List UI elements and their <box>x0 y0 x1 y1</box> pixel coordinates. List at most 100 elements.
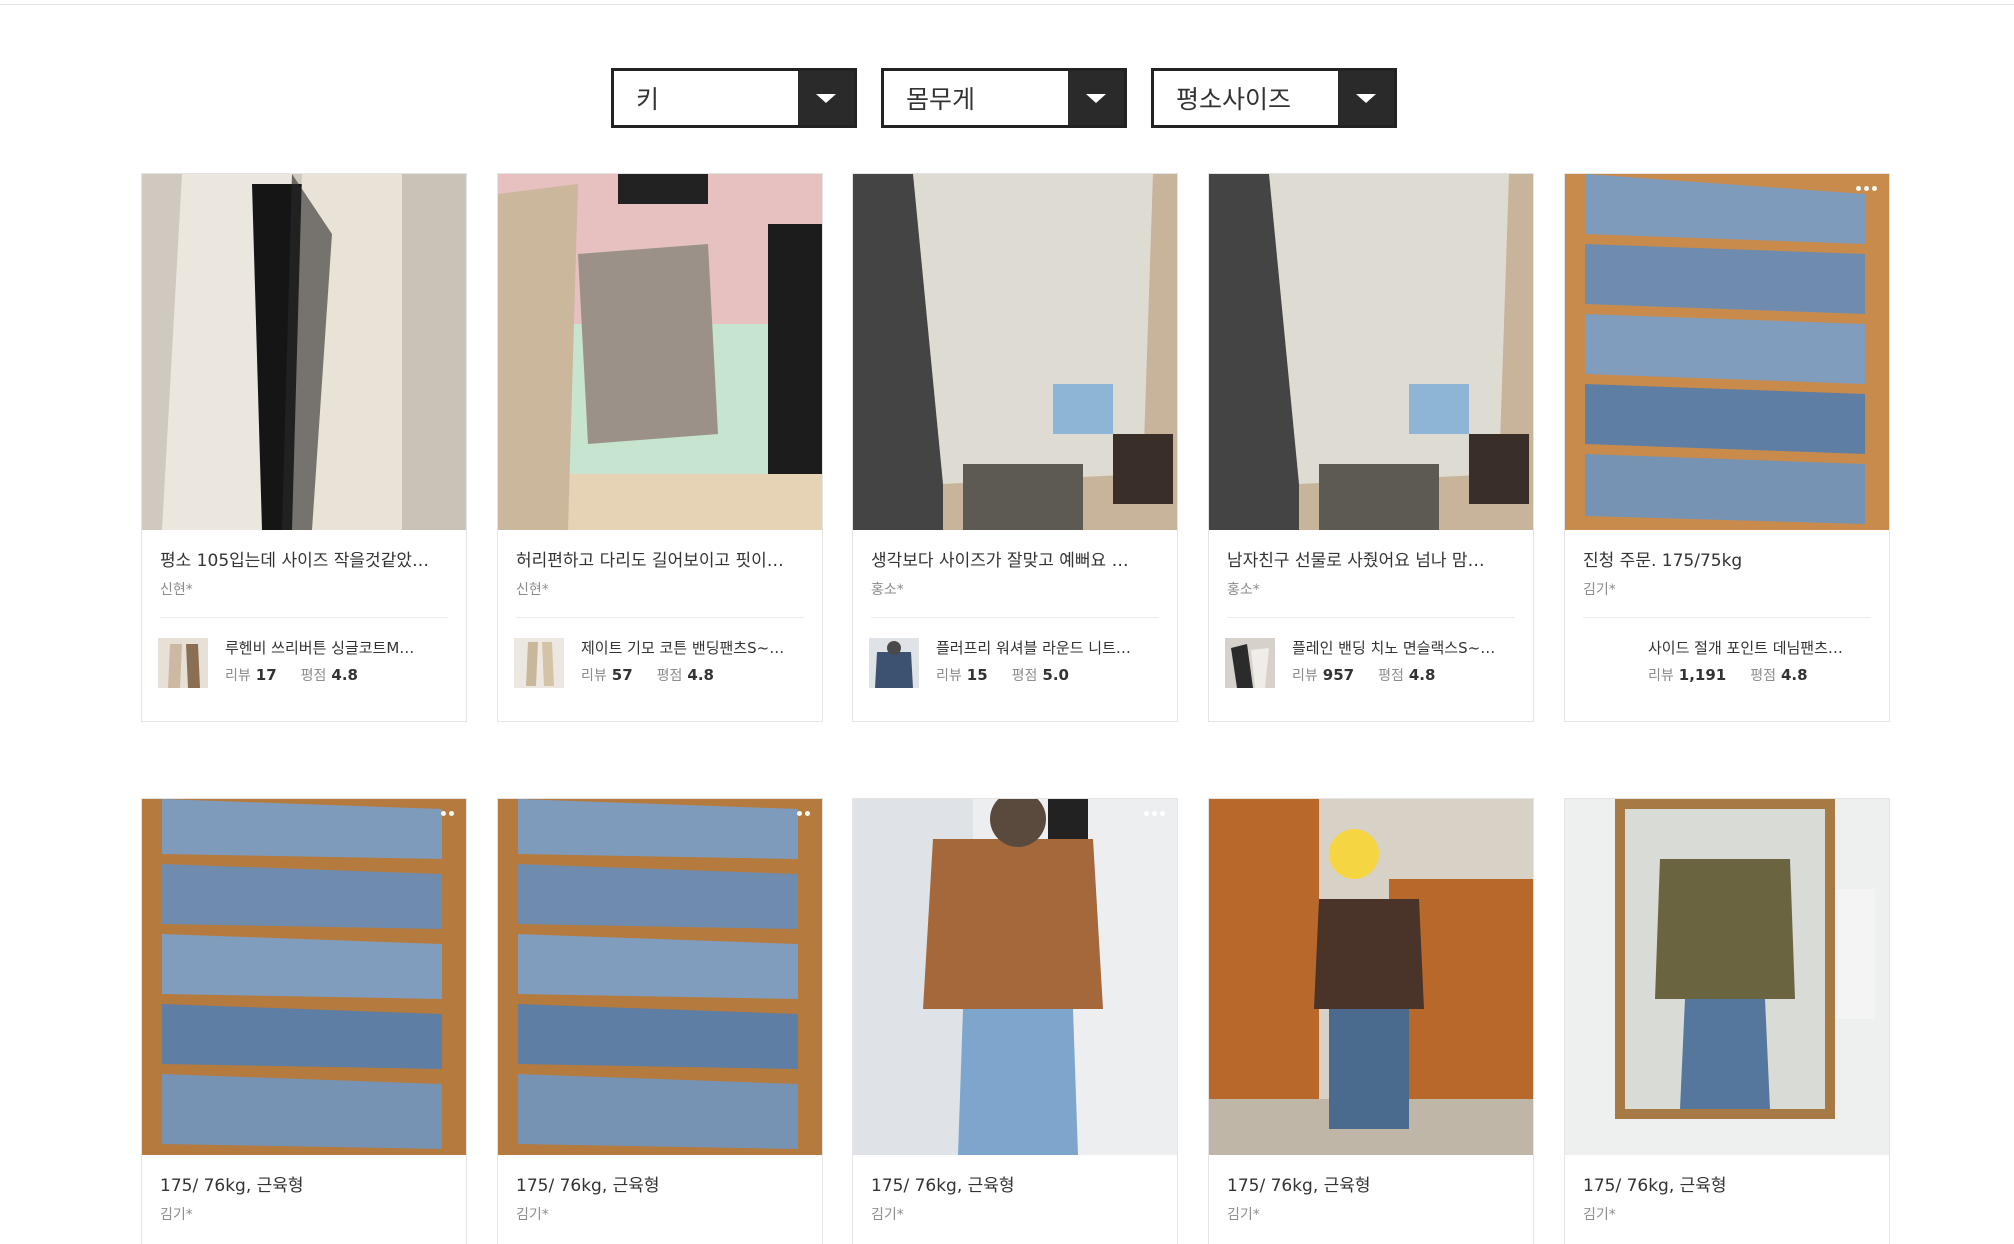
size-select[interactable]: 평소사이즈 <box>1151 68 1397 128</box>
product-name[interactable]: 플러프리 워셔블 라운드 니트… <box>936 638 1159 658</box>
product-name[interactable]: 플레인 밴딩 치노 면슬랙스S~… <box>1292 638 1515 658</box>
size-select-label: 평소사이즈 <box>1176 85 1292 114</box>
review-count: 57 <box>611 666 633 684</box>
review-photo[interactable] <box>1209 799 1533 1155</box>
product-link[interactable]: 플러프리 워셔블 라운드 니트… 리뷰 15 평점 5.0 <box>869 638 1159 688</box>
rating-value: 4.8 <box>1780 666 1808 684</box>
review-photo[interactable] <box>142 799 466 1155</box>
review-photo[interactable] <box>498 799 822 1155</box>
product-stats: 리뷰 15 평점 5.0 <box>936 666 1159 685</box>
review-text: 허리편하고 다리도 길어보이고 핏이… <box>516 551 784 571</box>
rating-label: 평점 <box>300 668 327 684</box>
height-select[interactable]: 키 <box>611 68 857 128</box>
product-stats: 리뷰 57 평점 4.8 <box>581 666 804 685</box>
review-card[interactable]: 175/ 76kg, 근육형 김기* <box>141 798 467 1244</box>
product-stats: 리뷰 957 평점 4.8 <box>1292 666 1515 685</box>
review-count: 15 <box>966 666 988 684</box>
product-thumbnail[interactable] <box>869 638 919 688</box>
review-photo[interactable] <box>853 174 1177 530</box>
review-text: 진청 주문. 175/75kg <box>1583 551 1743 571</box>
review-text: 남자친구 선물로 사줬어요 넘나 맘… <box>1227 551 1485 571</box>
review-card[interactable]: 평소 105입는데 사이즈 작을것같았… 신현* 루헨비 쓰리버튼 싱글코트M…… <box>141 173 467 722</box>
review-count: 957 <box>1322 666 1355 684</box>
review-author: 신현* <box>160 582 193 598</box>
product-thumbnail[interactable] <box>514 638 564 688</box>
rating-label: 평점 <box>656 668 683 684</box>
review-text: 175/ 76kg, 근육형 <box>871 1176 1015 1196</box>
top-divider <box>0 4 2014 5</box>
review-photo[interactable] <box>1209 174 1533 530</box>
review-card[interactable]: 175/ 76kg, 근육형 김기* <box>1208 798 1534 1244</box>
review-text: 175/ 76kg, 근육형 <box>1583 1176 1727 1196</box>
review-author: 김기* <box>516 1207 549 1223</box>
product-link[interactable]: 플레인 밴딩 치노 면슬랙스S~… 리뷰 957 평점 4.8 <box>1225 638 1515 688</box>
divider <box>1227 617 1515 618</box>
review-text: 평소 105입는데 사이즈 작을것같았… <box>160 551 429 571</box>
review-count: 1,191 <box>1678 666 1727 684</box>
product-name[interactable]: 제이트 기모 코튼 밴딩팬츠S~… <box>581 638 804 658</box>
more-options-icon[interactable] <box>1144 811 1165 816</box>
more-options-icon[interactable] <box>797 811 810 816</box>
review-card[interactable]: 175/ 76kg, 근육형 김기* <box>1564 798 1890 1244</box>
product-name[interactable]: 사이드 절개 포인트 데님팬츠… <box>1648 638 1871 658</box>
product-name[interactable]: 루헨비 쓰리버튼 싱글코트M… <box>225 638 448 658</box>
review-photo[interactable] <box>142 174 466 530</box>
weight-select[interactable]: 몸무게 <box>881 68 1127 128</box>
review-author: 김기* <box>1227 1207 1260 1223</box>
review-author: 김기* <box>871 1207 904 1223</box>
review-text: 생각보다 사이즈가 잘맞고 예뻐요 … <box>871 551 1129 571</box>
rating-value: 4.8 <box>331 666 358 684</box>
product-thumbnail[interactable] <box>1225 638 1275 688</box>
product-link[interactable]: 제이트 기모 코튼 밴딩팬츠S~… 리뷰 57 평점 4.8 <box>514 638 804 688</box>
review-count-label: 리뷰 <box>225 668 251 684</box>
review-card[interactable]: 허리편하고 다리도 길어보이고 핏이… 신현* 제이트 기모 코튼 밴딩팬츠S~… <box>497 173 823 722</box>
divider <box>160 617 448 618</box>
product-link[interactable]: 루헨비 쓰리버튼 싱글코트M… 리뷰 17 평점 4.8 <box>158 638 448 688</box>
review-photo[interactable] <box>853 799 1177 1155</box>
more-options-icon[interactable] <box>441 811 454 816</box>
product-thumbnail[interactable] <box>1581 638 1631 688</box>
review-author: 김기* <box>1583 1207 1616 1223</box>
more-options-icon[interactable] <box>1856 186 1877 191</box>
review-photo[interactable] <box>498 174 822 530</box>
product-stats: 리뷰 1,191 평점 4.8 <box>1648 666 1871 685</box>
rating-label: 평점 <box>1750 668 1776 684</box>
rating-value: 5.0 <box>1042 666 1069 684</box>
weight-select-label: 몸무게 <box>906 85 976 114</box>
divider <box>871 617 1159 618</box>
review-count-label: 리뷰 <box>581 668 607 684</box>
chevron-down-icon[interactable] <box>1338 71 1394 125</box>
review-count-label: 리뷰 <box>936 668 962 684</box>
chevron-down-icon[interactable] <box>1068 71 1124 125</box>
review-author: 홍소* <box>1227 582 1260 598</box>
review-author: 신현* <box>516 582 549 598</box>
chevron-down-icon[interactable] <box>798 71 854 125</box>
review-text: 175/ 76kg, 근육형 <box>160 1176 304 1196</box>
review-author: 김기* <box>1583 582 1616 598</box>
review-count-label: 리뷰 <box>1292 668 1318 684</box>
review-text: 175/ 76kg, 근육형 <box>516 1176 660 1196</box>
review-count-label: 리뷰 <box>1648 668 1674 684</box>
review-card[interactable]: 175/ 76kg, 근육형 김기* <box>852 798 1178 1244</box>
review-text: 175/ 76kg, 근육형 <box>1227 1176 1371 1196</box>
divider <box>1583 617 1871 618</box>
divider <box>516 617 804 618</box>
product-link[interactable]: 사이드 절개 포인트 데님팬츠… 리뷰 1,191 평점 4.8 <box>1581 638 1871 688</box>
rating-value: 4.8 <box>1408 666 1436 684</box>
filter-bar: 키 몸무게 평소사이즈 <box>611 68 1397 128</box>
rating-label: 평점 <box>1011 668 1038 684</box>
product-stats: 리뷰 17 평점 4.8 <box>225 666 448 685</box>
review-author: 김기* <box>160 1207 193 1223</box>
review-card[interactable]: 남자친구 선물로 사줬어요 넘나 맘… 홍소* 플레인 밴딩 치노 면슬랙스S~… <box>1208 173 1534 722</box>
review-card[interactable]: 175/ 76kg, 근육형 김기* <box>497 798 823 1244</box>
review-card[interactable]: 생각보다 사이즈가 잘맞고 예뻐요 … 홍소* 플러프리 워셔블 라운드 니트…… <box>852 173 1178 722</box>
review-card[interactable]: 진청 주문. 175/75kg 김기* 사이드 절개 포인트 데님팬츠… 리뷰 1… <box>1564 173 1890 722</box>
review-count: 17 <box>255 666 277 684</box>
review-photo[interactable] <box>1565 174 1889 530</box>
rating-label: 평점 <box>1378 668 1404 684</box>
rating-value: 4.8 <box>687 666 714 684</box>
height-select-label: 키 <box>636 85 660 114</box>
review-photo[interactable] <box>1565 799 1889 1155</box>
product-thumbnail[interactable] <box>158 638 208 688</box>
review-author: 홍소* <box>871 582 904 598</box>
